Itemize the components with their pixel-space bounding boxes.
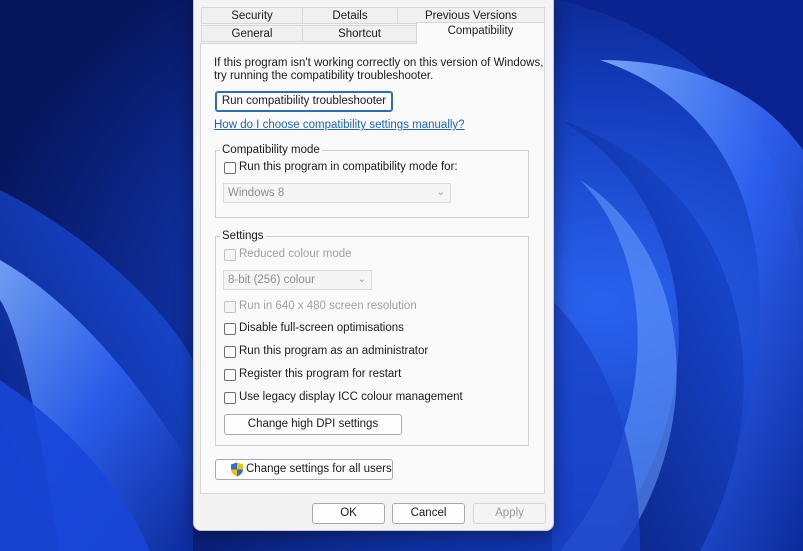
compat-mode-label[interactable]: Run this program in compatibility mode f… [239,161,458,173]
run-troubleshooter-button[interactable]: Run compatibility troubleshooter [215,91,393,112]
compatibility-mode-legend: Compatibility mode [220,144,322,156]
reduced-colour-label[interactable]: Reduced colour mode [239,248,352,260]
change-all-users-button[interactable]: Change settings for all users [215,459,393,480]
chevron-down-icon: ⌄ [436,187,445,198]
compatibility-page: If this program isn't working correctly … [200,43,545,494]
uac-shield-icon [231,462,243,477]
disable-fullscreen-checkbox[interactable] [224,323,236,335]
compat-mode-checkbox[interactable] [224,162,236,174]
ok-button[interactable]: OK [312,503,385,524]
cancel-button[interactable]: Cancel [392,503,465,524]
tab-security[interactable]: Security [201,7,303,24]
run-640-checkbox[interactable] [224,301,236,313]
intro-text-line1: If this program isn't working correctly … [214,57,544,69]
reduced-colour-checkbox[interactable] [224,249,236,261]
run-as-admin-checkbox[interactable] [224,346,236,358]
legacy-icc-checkbox[interactable] [224,392,236,404]
tab-shortcut[interactable]: Shortcut [302,25,417,42]
disable-fullscreen-label[interactable]: Disable full-screen optimisations [239,322,404,334]
os-version-select[interactable]: Windows 8 ⌄ [223,183,451,203]
help-link[interactable]: How do I choose compatibility settings m… [214,119,465,131]
legacy-icc-label[interactable]: Use legacy display ICC colour management [239,391,463,403]
register-restart-label[interactable]: Register this program for restart [239,368,401,380]
properties-dialog: Security Details Previous Versions Gener… [193,0,554,531]
change-all-users-label: Change settings for all users [246,463,392,475]
os-version-value: Windows 8 [228,187,285,199]
settings-legend: Settings [220,230,266,242]
run-640-label[interactable]: Run in 640 x 480 screen resolution [239,300,417,312]
change-dpi-button[interactable]: Change high DPI settings [224,414,402,435]
colour-depth-select[interactable]: 8-bit (256) colour ⌄ [223,270,372,290]
chevron-down-icon: ⌄ [357,274,366,285]
tab-compatibility[interactable]: Compatibility [416,22,545,44]
register-restart-checkbox[interactable] [224,369,236,381]
run-as-admin-label[interactable]: Run this program as an administrator [239,345,428,357]
intro-text-line2: try running the compatibility troublesho… [214,70,434,82]
tab-details[interactable]: Details [302,7,398,24]
tab-general[interactable]: General [201,25,303,42]
apply-button[interactable]: Apply [473,503,546,524]
colour-depth-value: 8-bit (256) colour [228,274,315,286]
